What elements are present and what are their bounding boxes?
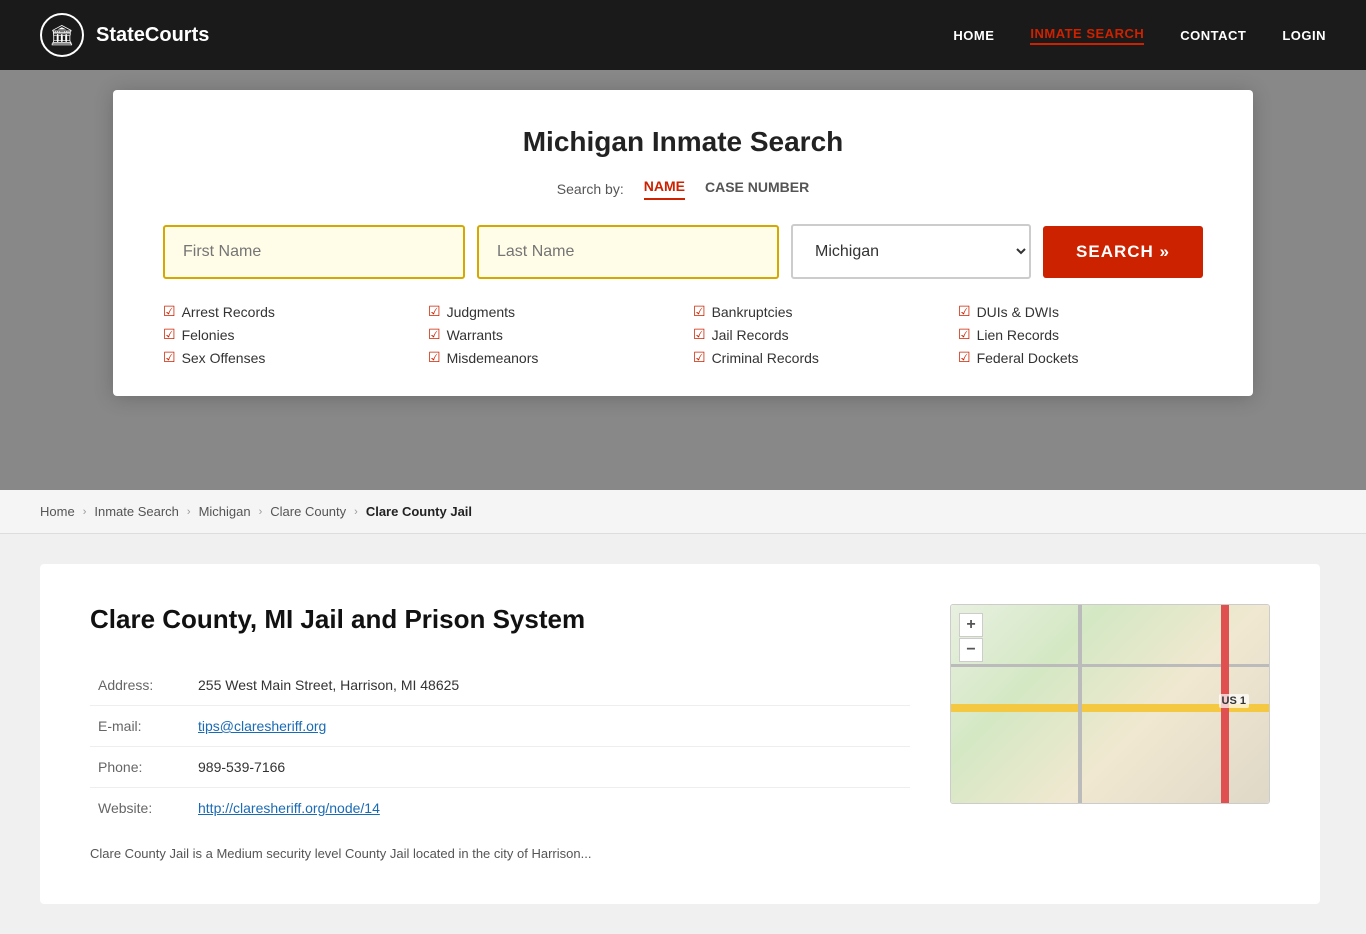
breadcrumb-clare-county[interactable]: Clare County [270, 504, 346, 519]
check-item: ☑ Misdemeanors [428, 349, 673, 366]
checkmark-icon: ☑ [958, 326, 971, 343]
content-card: Clare County, MI Jail and Prison System … [40, 564, 1320, 904]
nav-home[interactable]: HOME [953, 28, 994, 43]
check-item: ☑ Federal Dockets [958, 349, 1203, 366]
checkmark-icon: ☑ [958, 349, 971, 366]
hero-section: COURTHOUSE Michigan Inmate Search Search… [0, 70, 1366, 490]
header: 🏛 StateCourts HOME INMATE SEARCH CONTACT… [0, 0, 1366, 70]
checkmark-icon: ☑ [693, 349, 706, 366]
checkmark-icon: ☑ [163, 349, 176, 366]
search-by-row: Search by: NAME CASE NUMBER [163, 178, 1203, 200]
table-row-phone: Phone: 989-539-7166 [90, 747, 910, 788]
check-label: Jail Records [712, 327, 789, 343]
breadcrumb-inmate-search[interactable]: Inmate Search [94, 504, 179, 519]
check-label: Judgments [447, 304, 515, 320]
email-label: E-mail: [90, 706, 190, 747]
check-label: Lien Records [977, 327, 1060, 343]
map-road-label: US 1 [1219, 694, 1249, 708]
breadcrumb-current: Clare County Jail [366, 504, 472, 519]
logo-icon: 🏛 [40, 13, 84, 57]
check-item: ☑ Judgments [428, 303, 673, 320]
jail-title: Clare County, MI Jail and Prison System [90, 604, 910, 635]
check-label: Sex Offenses [182, 350, 266, 366]
check-label: DUIs & DWIs [977, 304, 1059, 320]
address-value: 255 West Main Street, Harrison, MI 48625 [190, 665, 910, 706]
breadcrumb-sep-4: › [354, 506, 358, 518]
check-label: Felonies [182, 327, 235, 343]
breadcrumb-home[interactable]: Home [40, 504, 75, 519]
check-label: Warrants [447, 327, 503, 343]
nav-login[interactable]: LOGIN [1282, 28, 1326, 43]
map-container[interactable]: US 1 + − [950, 604, 1270, 804]
checkmark-icon: ☑ [958, 303, 971, 320]
table-row-email: E-mail: tips@claresheriff.org [90, 706, 910, 747]
logo[interactable]: 🏛 StateCourts [40, 13, 209, 57]
info-table: Address: 255 West Main Street, Harrison,… [90, 665, 910, 828]
table-row-website: Website: http://claresheriff.org/node/14 [90, 788, 910, 829]
check-label: Misdemeanors [447, 350, 539, 366]
checkmark-icon: ☑ [428, 326, 441, 343]
last-name-input[interactable] [477, 225, 779, 279]
breadcrumb-sep-2: › [187, 506, 191, 518]
tab-case-number[interactable]: CASE NUMBER [705, 179, 809, 199]
checkmark-icon: ☑ [163, 303, 176, 320]
breadcrumb-sep-1: › [83, 506, 87, 518]
checkmark-icon: ☑ [693, 303, 706, 320]
map-zoom-in[interactable]: + [959, 613, 983, 637]
tab-name[interactable]: NAME [644, 178, 685, 200]
check-item: ☑ Lien Records [958, 326, 1203, 343]
check-item: ☑ Arrest Records [163, 303, 408, 320]
logo-text: StateCourts [96, 24, 209, 47]
first-name-input[interactable] [163, 225, 465, 279]
state-select[interactable]: Michigan [791, 224, 1031, 279]
checkmark-icon: ☑ [693, 326, 706, 343]
checklist-grid: ☑ Arrest Records ☑ Judgments ☑ Bankruptcies ☑ D… [163, 303, 1203, 366]
nav-inmate-search[interactable]: INMATE SEARCH [1030, 26, 1144, 45]
checkmark-icon: ☑ [163, 326, 176, 343]
website-label: Website: [90, 788, 190, 829]
breadcrumb-michigan[interactable]: Michigan [199, 504, 251, 519]
search-inputs-row: Michigan SEARCH » [163, 224, 1203, 279]
check-item: ☑ Felonies [163, 326, 408, 343]
checkmark-icon: ☑ [428, 349, 441, 366]
content-left: Clare County, MI Jail and Prison System … [90, 604, 910, 864]
check-item: ☑ Warrants [428, 326, 673, 343]
nav-contact[interactable]: CONTACT [1180, 28, 1246, 43]
breadcrumb-sep-3: › [259, 506, 263, 518]
check-label: Bankruptcies [712, 304, 793, 320]
map-zoom-out[interactable]: − [959, 638, 983, 662]
check-label: Arrest Records [182, 304, 275, 320]
search-by-label: Search by: [557, 181, 624, 197]
search-button[interactable]: SEARCH » [1043, 226, 1203, 278]
check-item: ☑ Criminal Records [693, 349, 938, 366]
main-content: Clare County, MI Jail and Prison System … [0, 534, 1366, 934]
check-item: ☑ Bankruptcies [693, 303, 938, 320]
breadcrumb: Home › Inmate Search › Michigan › Clare … [0, 490, 1366, 534]
check-label: Federal Dockets [977, 350, 1079, 366]
phone-label: Phone: [90, 747, 190, 788]
website-link[interactable]: http://claresheriff.org/node/14 [198, 800, 380, 816]
map-road-vertical-gray [1078, 605, 1082, 803]
search-card: Michigan Inmate Search Search by: NAME C… [113, 90, 1253, 396]
checkmark-icon: ☑ [428, 303, 441, 320]
check-item: ☑ Sex Offenses [163, 349, 408, 366]
check-item: ☑ DUIs & DWIs [958, 303, 1203, 320]
nav: HOME INMATE SEARCH CONTACT LOGIN [953, 26, 1326, 45]
search-title: Michigan Inmate Search [163, 126, 1203, 158]
check-item: ☑ Jail Records [693, 326, 938, 343]
table-row-address: Address: 255 West Main Street, Harrison,… [90, 665, 910, 706]
address-label: Address: [90, 665, 190, 706]
content-right: US 1 + − [950, 604, 1270, 864]
email-link[interactable]: tips@claresheriff.org [198, 718, 326, 734]
description-text: Clare County Jail is a Medium security l… [90, 844, 910, 864]
map-controls: + − [959, 613, 983, 662]
check-label: Criminal Records [712, 350, 819, 366]
phone-value: 989-539-7166 [190, 747, 910, 788]
